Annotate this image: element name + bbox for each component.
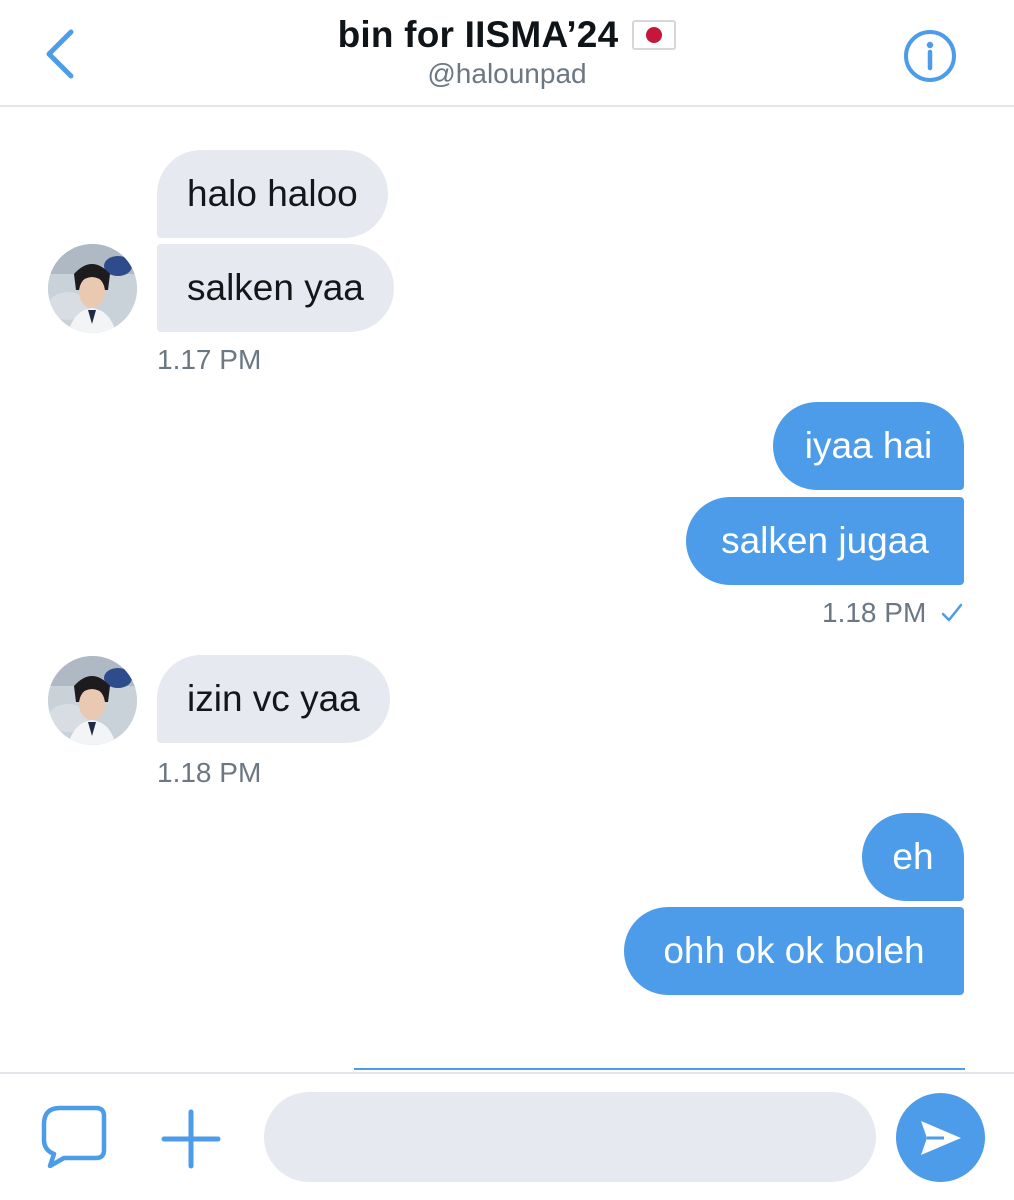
- japan-flag-icon: [632, 20, 677, 50]
- outgoing-message-bubble[interactable]: ohh ok ok boleh: [624, 907, 964, 995]
- dm-bubble-icon: [41, 1105, 107, 1169]
- info-button[interactable]: [902, 28, 958, 84]
- avatar[interactable]: [48, 656, 137, 745]
- avatar-image: [48, 244, 137, 333]
- timestamp-text: 1.18 PM: [822, 597, 927, 628]
- dm-conversation-screen: bin for IISMA’24 @halounpad halo haloo s…: [0, 0, 1014, 1200]
- checkmark-icon: [941, 603, 963, 622]
- dm-bubble-button[interactable]: [38, 1104, 110, 1169]
- outgoing-message-bubble[interactable]: iyaa hai: [773, 402, 964, 490]
- message-timestamp: 1.18 PM: [157, 757, 262, 788]
- message-text: salken yaa: [187, 267, 364, 308]
- conversation-header: bin for IISMA’24 @halounpad: [0, 0, 1014, 107]
- message-text: salken jugaa: [721, 520, 929, 561]
- conversation-handle: @halounpad: [427, 58, 587, 89]
- add-media-button[interactable]: [160, 1108, 222, 1170]
- send-icon: [920, 1120, 961, 1155]
- chevron-left-icon: [46, 29, 74, 79]
- message-timestamp: 1.17 PM: [157, 344, 262, 375]
- message-text: izin vc yaa: [187, 678, 360, 719]
- message-text: eh: [892, 836, 934, 877]
- outgoing-message-bubble[interactable]: salken jugaa: [686, 497, 964, 585]
- plus-icon: [161, 1109, 221, 1169]
- send-button[interactable]: [896, 1093, 985, 1182]
- back-button[interactable]: [38, 26, 82, 82]
- incoming-message-bubble[interactable]: halo haloo: [157, 150, 388, 238]
- message-timestamp: 1.18 PM: [822, 597, 964, 629]
- message-text: iyaa hai: [804, 425, 933, 466]
- typing-indicator-line: [354, 1068, 965, 1070]
- message-text: ohh ok ok boleh: [663, 930, 925, 971]
- message-text: halo haloo: [187, 173, 358, 214]
- incoming-message-bubble[interactable]: izin vc yaa: [157, 655, 390, 743]
- message-input[interactable]: [264, 1092, 876, 1182]
- avatar-image: [48, 656, 137, 745]
- conversation-title: bin for IISMA’24: [337, 14, 619, 55]
- conversation-title-block[interactable]: bin for IISMA’24 @halounpad: [200, 14, 814, 90]
- info-icon: [904, 30, 956, 82]
- incoming-message-bubble[interactable]: salken yaa: [157, 244, 394, 332]
- outgoing-message-bubble[interactable]: eh: [862, 813, 964, 901]
- avatar[interactable]: [48, 244, 137, 333]
